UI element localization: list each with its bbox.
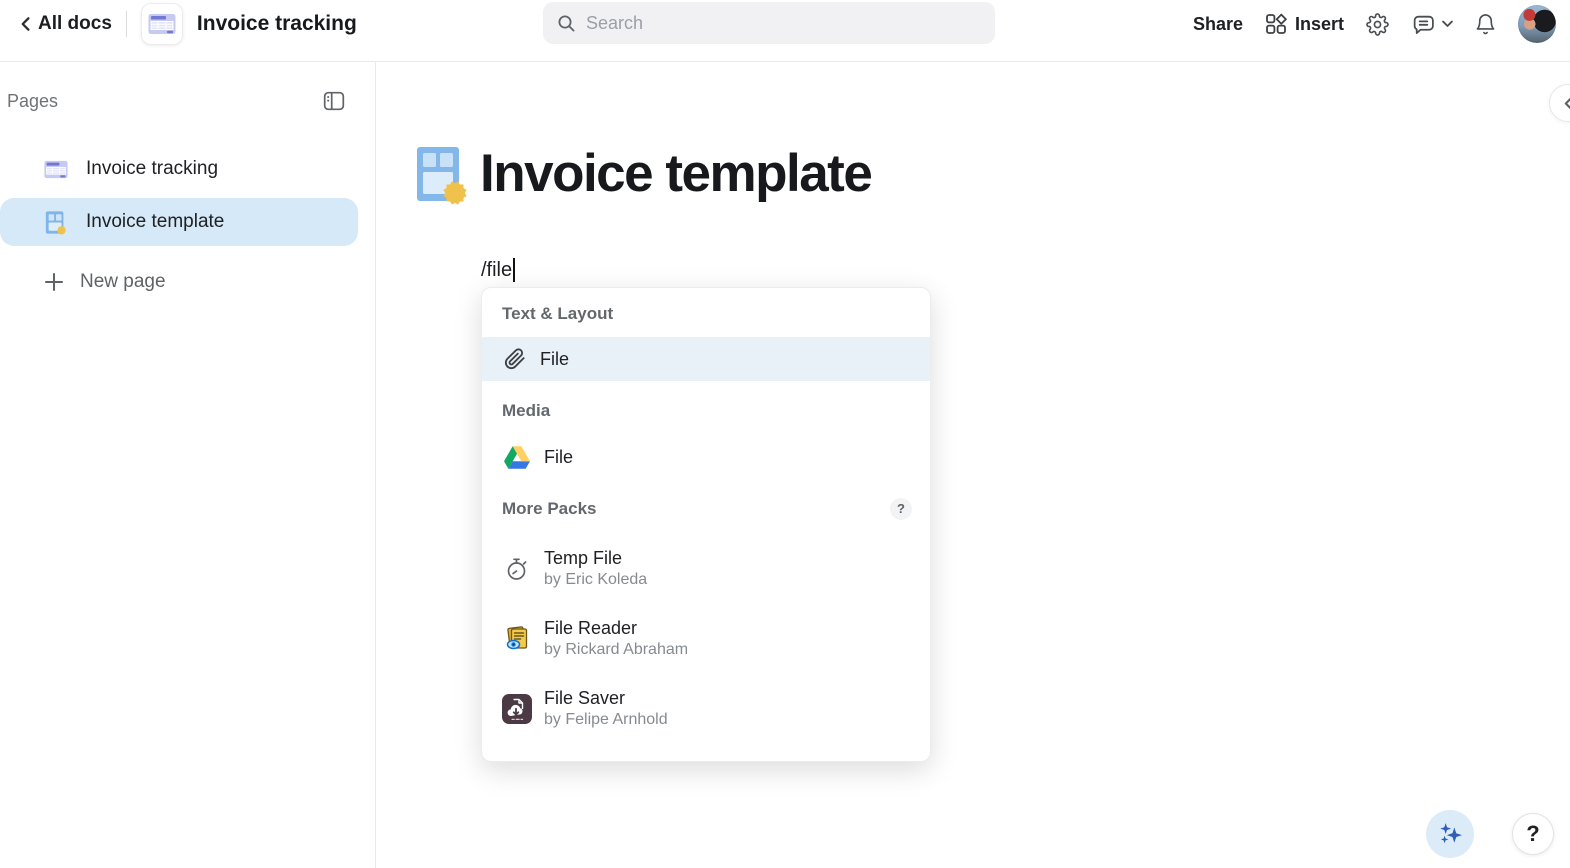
pack-byline: by Felipe Arnhold <box>544 711 668 728</box>
pack-byline: by Rickard Abraham <box>544 641 689 658</box>
menu-item-file-saver-pack[interactable]: File Saver by Felipe Arnhold <box>482 681 930 737</box>
search-input[interactable]: Search <box>543 2 995 44</box>
template-page-icon <box>45 210 66 234</box>
menu-item-label: File <box>540 348 570 369</box>
menu-section-header: Media <box>502 401 551 420</box>
google-drive-icon <box>504 445 530 469</box>
pack-title: File Saver <box>544 688 626 708</box>
all-docs-label: All docs <box>38 13 112 34</box>
template-page-icon-large[interactable] <box>413 145 467 205</box>
share-button[interactable]: Share <box>1193 14 1243 35</box>
menu-section-header: Text & Layout <box>502 304 614 323</box>
slash-command-text: /file <box>481 258 513 281</box>
sparkles-icon <box>1440 823 1462 844</box>
plus-icon <box>45 273 63 291</box>
notifications-button[interactable] <box>1475 13 1496 36</box>
pack-text: Temp File by Eric Koleda <box>544 547 647 591</box>
pages-title: Pages <box>7 90 59 111</box>
doc-title[interactable]: Invoice tracking <box>197 12 357 36</box>
all-docs-back-button[interactable]: All docs <box>18 13 112 35</box>
chevron-left-icon <box>1564 96 1570 110</box>
page-title[interactable]: Invoice template <box>480 145 873 203</box>
insert-label: Insert <box>1294 13 1344 34</box>
file-saver-icon <box>502 694 532 724</box>
pack-text: File Saver by Felipe Arnhold <box>544 687 668 731</box>
pack-text: File Reader by Rickard Abraham <box>544 617 688 661</box>
text-cursor <box>513 258 516 282</box>
packs-help-badge[interactable]: ? <box>890 498 912 520</box>
user-avatar[interactable] <box>1518 5 1556 43</box>
doc-table-icon <box>44 160 68 178</box>
comments-button[interactable] <box>1411 13 1453 36</box>
menu-item-label: File <box>544 446 574 467</box>
more-packs-label: More Packs <box>502 499 597 518</box>
search-icon <box>558 15 575 32</box>
top-bar: All docs Invoice tracking Search Share I… <box>0 0 1570 62</box>
header-right-group: Share Insert <box>1193 0 1556 48</box>
chevron-down-icon <box>1442 20 1453 27</box>
menu-section-header: More Packs ? <box>482 497 930 521</box>
doc-table-icon <box>148 14 176 34</box>
collapse-panel-button[interactable] <box>1549 84 1570 122</box>
pages-sidebar: Pages Invoice tracking Invoice template … <box>0 62 376 868</box>
header-divider <box>125 11 127 37</box>
pack-byline: by Eric Koleda <box>544 571 648 588</box>
file-reader-icon <box>502 624 532 654</box>
sidebar-item-invoice-tracking[interactable]: Invoice tracking <box>0 145 358 193</box>
stopwatch-icon <box>502 554 532 584</box>
doc-icon[interactable] <box>140 3 183 45</box>
ai-assistant-button[interactable] <box>1426 810 1474 858</box>
chevron-left-icon <box>21 17 30 31</box>
menu-item-file-text-layout[interactable]: File <box>482 337 930 381</box>
page-title-row: Invoice template <box>413 145 873 205</box>
pack-title: Temp File <box>544 548 623 568</box>
new-page-label: New page <box>80 271 166 292</box>
settings-button[interactable] <box>1366 12 1389 36</box>
gear-icon <box>1366 12 1389 36</box>
insert-blocks-icon <box>1266 13 1287 34</box>
menu-item-temp-file-pack[interactable]: Temp File by Eric Koleda <box>482 541 930 597</box>
header-left-group: All docs Invoice tracking <box>18 0 357 48</box>
bell-icon <box>1476 13 1495 34</box>
help-label: ? <box>1526 821 1540 846</box>
pages-header-row: Pages <box>7 90 345 112</box>
help-button[interactable]: ? <box>1512 813 1554 855</box>
page-canvas: Invoice template /file Text & Layout Fil… <box>377 62 1570 868</box>
sidebar-item-invoice-template[interactable]: Invoice template <box>0 198 358 246</box>
new-page-button[interactable]: New page <box>0 260 358 304</box>
search-placeholder: Search <box>586 12 644 33</box>
paperclip-icon <box>504 348 525 370</box>
slash-command-line[interactable]: /file <box>481 258 516 282</box>
coda-app-window: All docs Invoice tracking Search Share I… <box>0 0 1570 868</box>
collapse-sidebar-icon[interactable] <box>323 90 345 112</box>
pack-title: File Reader <box>544 618 638 638</box>
sidebar-item-label: Invoice template <box>86 211 225 232</box>
menu-item-file-google-drive[interactable]: File <box>482 435 930 479</box>
menu-item-file-reader-pack[interactable]: File Reader by Rickard Abraham <box>482 611 930 667</box>
slash-command-menu: Text & Layout File Media File More Packs… <box>481 287 931 762</box>
sidebar-item-label: Invoice tracking <box>86 158 219 179</box>
comment-bubble-icon <box>1413 15 1434 34</box>
insert-button[interactable]: Insert <box>1265 13 1344 35</box>
